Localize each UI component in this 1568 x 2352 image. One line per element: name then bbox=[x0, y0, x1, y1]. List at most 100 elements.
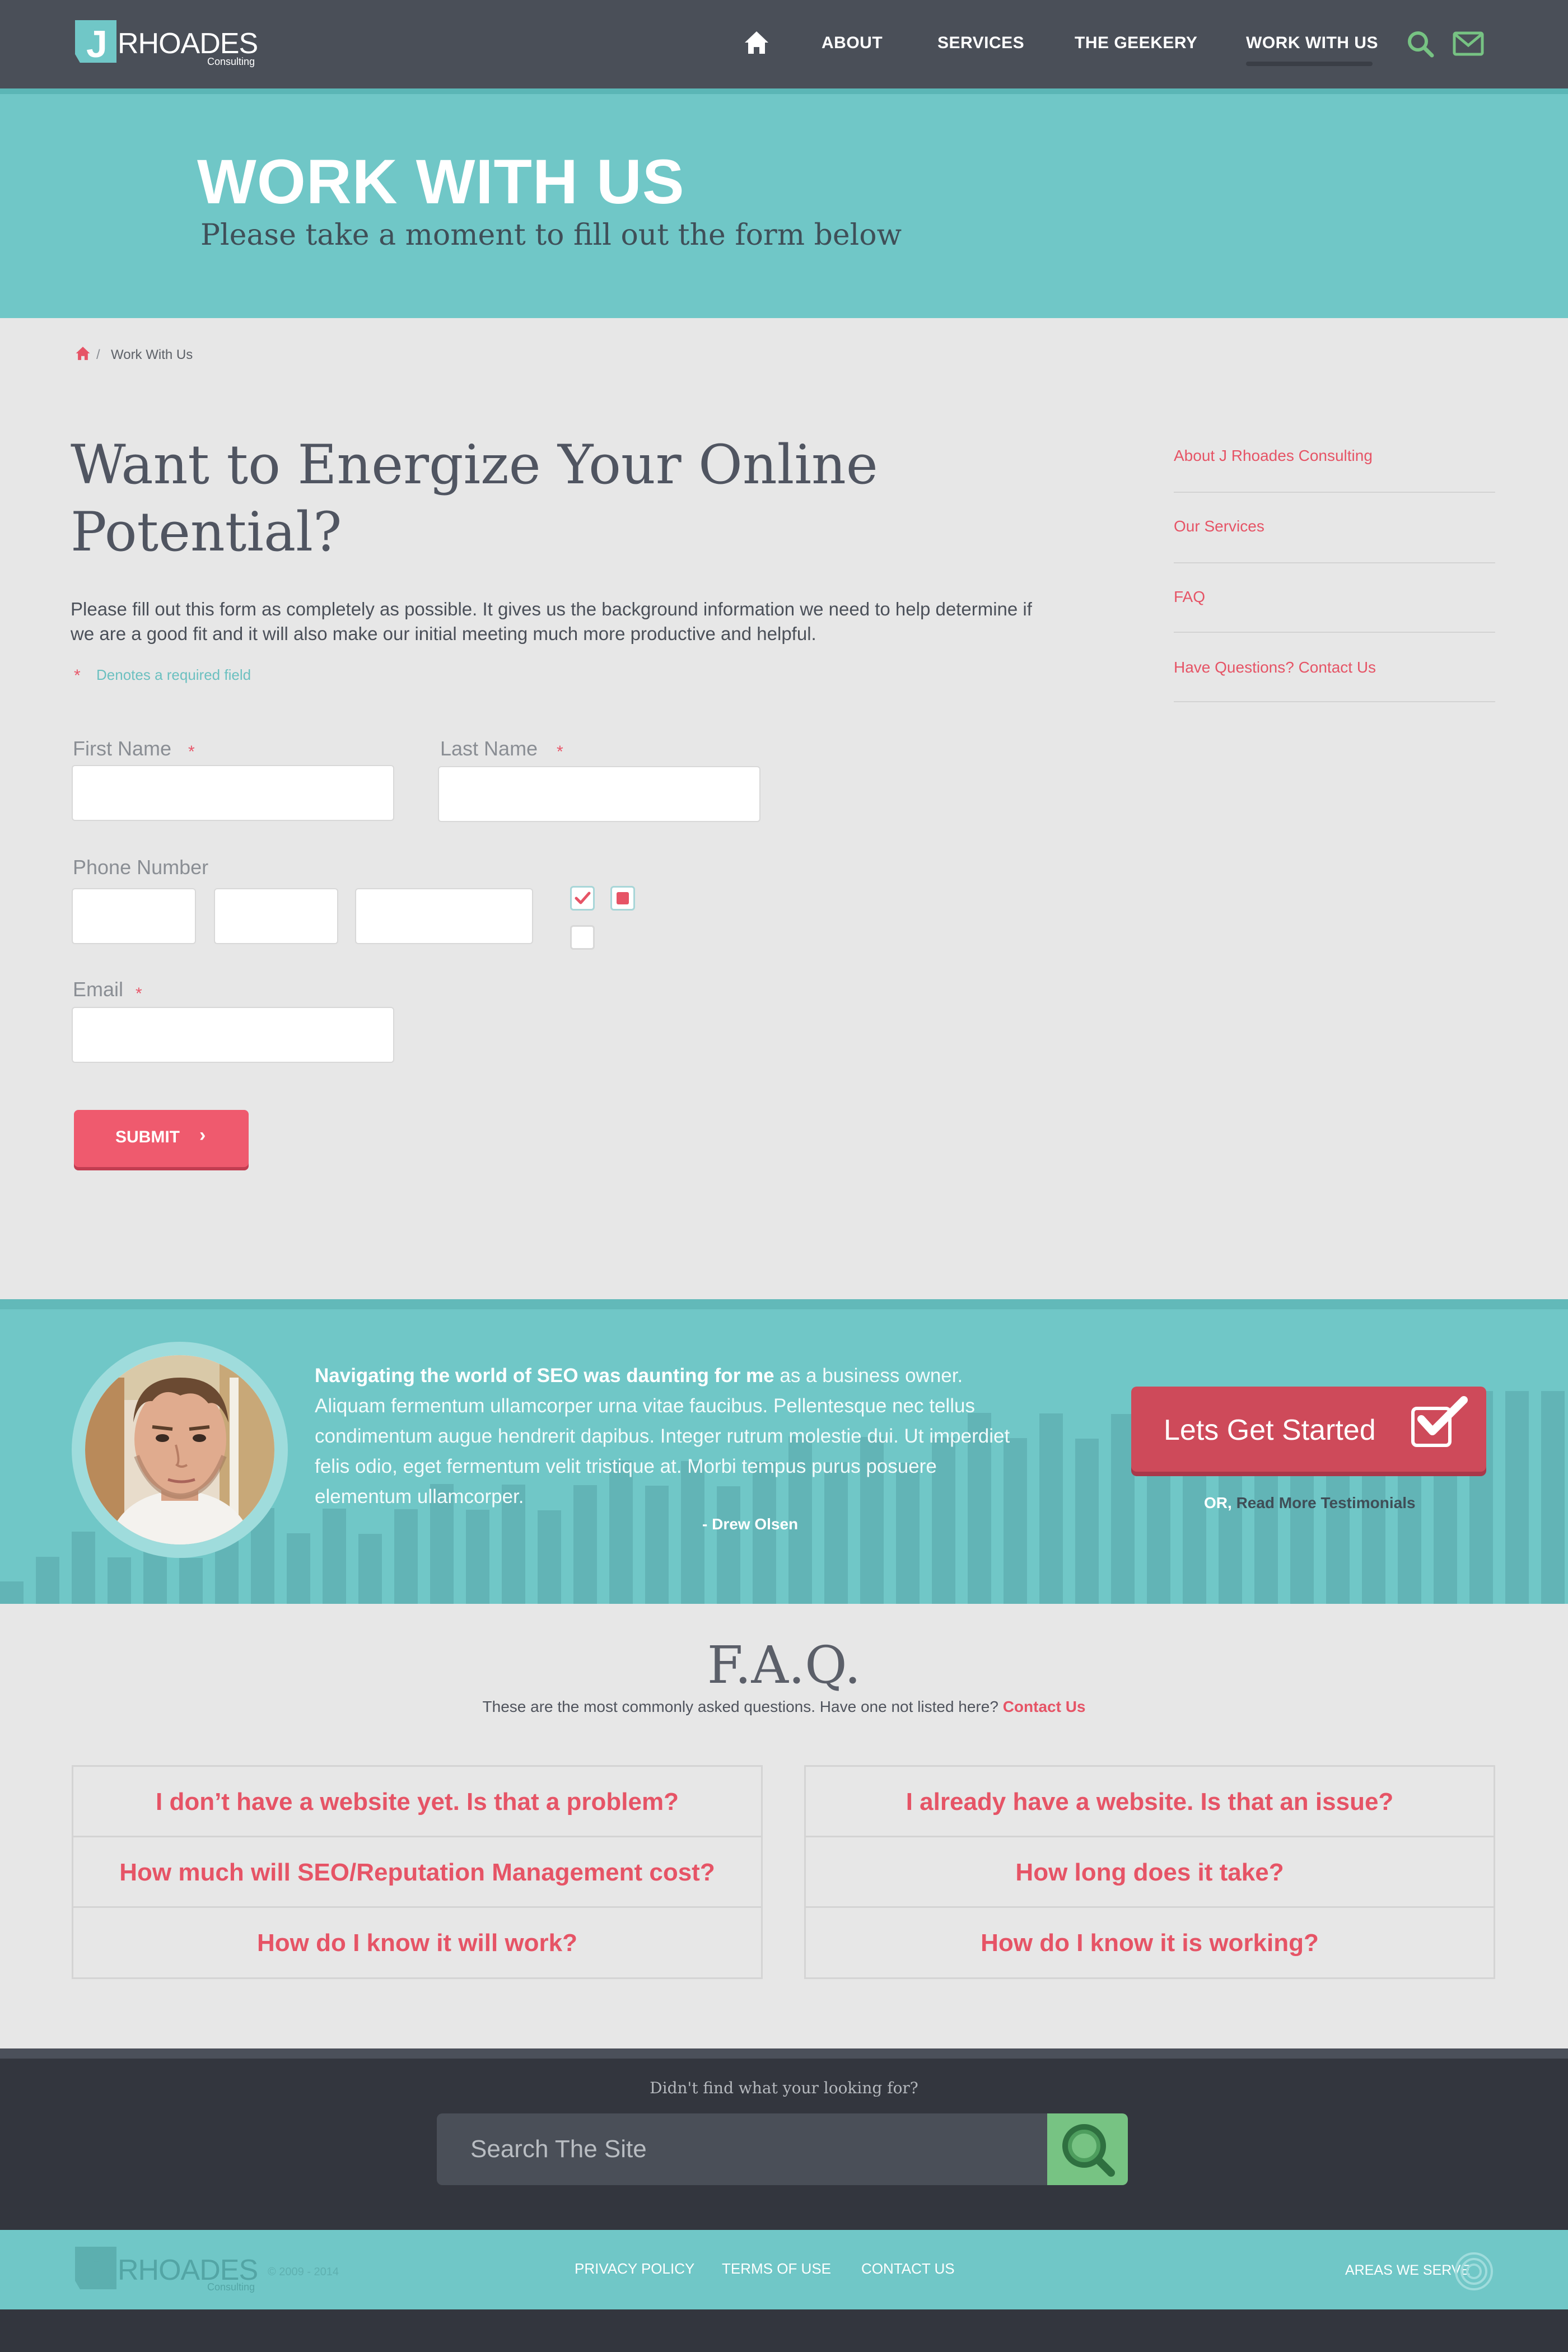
page-subtitle: Please take a moment to fill out the for… bbox=[200, 218, 902, 252]
decorative-bar bbox=[466, 1509, 489, 1604]
site-search-button[interactable] bbox=[1047, 2113, 1128, 2185]
decorative-bar bbox=[1039, 1413, 1063, 1604]
decorative-bar bbox=[0, 1581, 24, 1604]
last-name-label: Last Name bbox=[440, 737, 538, 760]
nav-work-with-us[interactable]: WORK WITH US bbox=[1246, 34, 1378, 53]
site-logo[interactable]: J RHOADES Consulting bbox=[74, 19, 264, 69]
checkbox-fill-square bbox=[617, 892, 629, 904]
first-name-required-asterisk: * bbox=[188, 743, 195, 761]
checkbox-filled[interactable] bbox=[610, 886, 635, 911]
form-intro: Please fill out this form as completely … bbox=[71, 599, 1032, 644]
sidebar-link-about[interactable]: About J Rhoades Consulting bbox=[1174, 447, 1373, 465]
decorative-bar bbox=[1075, 1439, 1099, 1604]
nav-active-indicator bbox=[1246, 62, 1373, 66]
nav-services[interactable]: SERVICES bbox=[937, 34, 1024, 53]
faq-question[interactable]: How much will SEO/Reputation Management … bbox=[73, 1837, 761, 1908]
phone-line-number-field[interactable] bbox=[355, 888, 533, 944]
phone-prefix-field[interactable] bbox=[214, 888, 338, 944]
or-label: OR, bbox=[1204, 1494, 1232, 1511]
lets-get-started-button[interactable]: Lets Get Started bbox=[1131, 1387, 1486, 1472]
site-search-input[interactable] bbox=[437, 2113, 1048, 2185]
faq-question[interactable]: I don’t have a website yet. Is that a pr… bbox=[73, 1767, 761, 1837]
checkbox-checked[interactable] bbox=[570, 886, 595, 911]
nav-about[interactable]: ABOUT bbox=[822, 34, 883, 53]
target-icon bbox=[1454, 2251, 1494, 2292]
faq-contact-link[interactable]: Contact Us bbox=[1003, 1698, 1086, 1715]
search-footer-accent bbox=[0, 2048, 1568, 2059]
decorative-bar bbox=[358, 1534, 382, 1604]
footer-logo[interactable]: J RHOADES Consulting bbox=[74, 2246, 259, 2293]
faq-question[interactable]: I already have a website. Is that an iss… bbox=[806, 1767, 1494, 1837]
sidebar-divider bbox=[1174, 562, 1495, 563]
header-accent-strip bbox=[0, 88, 1568, 94]
faq-question[interactable]: How do I know it will work? bbox=[73, 1908, 761, 1978]
mail-icon[interactable] bbox=[1453, 31, 1484, 56]
faq-list-right: I already have a website. Is that an iss… bbox=[804, 1765, 1495, 1979]
home-icon[interactable] bbox=[744, 30, 769, 55]
testimonial-quote: Navigating the world of SEO was daunting… bbox=[315, 1361, 1020, 1512]
faq-title: F.A.Q. bbox=[707, 1635, 861, 1695]
decorative-bar bbox=[179, 1557, 203, 1604]
faq-subtitle-text: These are the most commonly asked questi… bbox=[482, 1698, 998, 1715]
breadcrumb-separator: / bbox=[96, 347, 100, 362]
required-asterisk: * bbox=[74, 666, 81, 685]
email-label: Email bbox=[73, 978, 124, 1001]
footer-link-contact[interactable]: CONTACT US bbox=[861, 2260, 955, 2278]
search-prompt: Didn't find what your looking for? bbox=[650, 2079, 918, 2097]
chevron-right-icon: › bbox=[199, 1124, 206, 1146]
sidebar-link-services[interactable]: Our Services bbox=[1174, 517, 1264, 535]
sidebar-divider bbox=[1174, 492, 1495, 493]
footer-link-terms[interactable]: TERMS OF USE bbox=[722, 2260, 831, 2278]
decorative-bar bbox=[1541, 1391, 1565, 1604]
search-icon[interactable] bbox=[1407, 30, 1435, 58]
submit-button[interactable]: SUBMIT › bbox=[74, 1110, 249, 1167]
first-name-field[interactable] bbox=[72, 765, 394, 821]
checkbox-unchecked[interactable] bbox=[570, 925, 595, 950]
nav-the-geekery[interactable]: THE GEEKERY bbox=[1075, 34, 1197, 53]
avatar bbox=[85, 1355, 274, 1544]
logo-letter: J bbox=[86, 23, 108, 66]
faq-question[interactable]: How do I know it is working? bbox=[806, 1908, 1494, 1978]
faq-subtitle: These are the most commonly asked questi… bbox=[0, 1698, 1568, 1716]
testimonial-band-top-strip bbox=[0, 1299, 1568, 1309]
required-note: Denotes a required field bbox=[96, 666, 251, 683]
email-required-asterisk: * bbox=[136, 984, 142, 1003]
phone-area-code-field[interactable] bbox=[72, 888, 196, 944]
read-more-testimonials-link[interactable]: Read More Testimonials bbox=[1236, 1494, 1416, 1511]
breadcrumb-current: Work With Us bbox=[111, 347, 193, 362]
testimonial-quote-lead: Navigating the world of SEO was daunting… bbox=[315, 1365, 774, 1387]
checkmark-icon bbox=[1411, 1396, 1468, 1447]
faq-question[interactable]: How long does it take? bbox=[806, 1837, 1494, 1908]
footer-link-privacy[interactable]: PRIVACY POLICY bbox=[575, 2260, 694, 2278]
copyright: © 2009 - 2014 bbox=[268, 2266, 339, 2278]
checkmark-icon bbox=[575, 892, 591, 904]
sidebar-divider bbox=[1174, 632, 1495, 633]
last-name-required-asterisk: * bbox=[557, 743, 563, 761]
decorative-bar bbox=[72, 1532, 95, 1604]
form-heading: Want to Energize Your Online Potential? bbox=[71, 433, 878, 563]
decorative-bar bbox=[108, 1557, 131, 1604]
search-icon bbox=[1062, 2124, 1115, 2177]
cta-label: Lets Get Started bbox=[1164, 1414, 1376, 1446]
decorative-bar bbox=[36, 1556, 59, 1604]
decorative-bar bbox=[323, 1508, 346, 1604]
footer-base-strip bbox=[0, 2309, 1568, 2352]
footer-link-areas-we-serve[interactable]: AREAS WE SERVE bbox=[1345, 2262, 1470, 2279]
testimonial-author: - Drew Olsen bbox=[702, 1515, 799, 1533]
last-name-field[interactable] bbox=[438, 766, 760, 822]
email-field[interactable] bbox=[72, 1007, 394, 1063]
decorative-bar bbox=[394, 1509, 418, 1604]
sidebar-divider bbox=[1174, 701, 1495, 702]
page-title: WORK WITH US bbox=[197, 147, 685, 217]
phone-label: Phone Number bbox=[73, 856, 209, 879]
faq-list-left: I don’t have a website yet. Is that a pr… bbox=[72, 1765, 763, 1979]
first-name-label: First Name bbox=[73, 737, 172, 760]
decorative-bar bbox=[287, 1533, 310, 1604]
breadcrumb-home-icon[interactable] bbox=[75, 346, 91, 361]
footer-logo-letter: J bbox=[86, 2250, 108, 2292]
logo-name: RHOADES bbox=[118, 27, 258, 60]
sidebar-link-faq[interactable]: FAQ bbox=[1174, 588, 1205, 606]
sidebar-link-contact[interactable]: Have Questions? Contact Us bbox=[1174, 659, 1376, 676]
decorative-bar bbox=[538, 1510, 561, 1604]
logo-tagline: Consulting bbox=[207, 56, 255, 67]
